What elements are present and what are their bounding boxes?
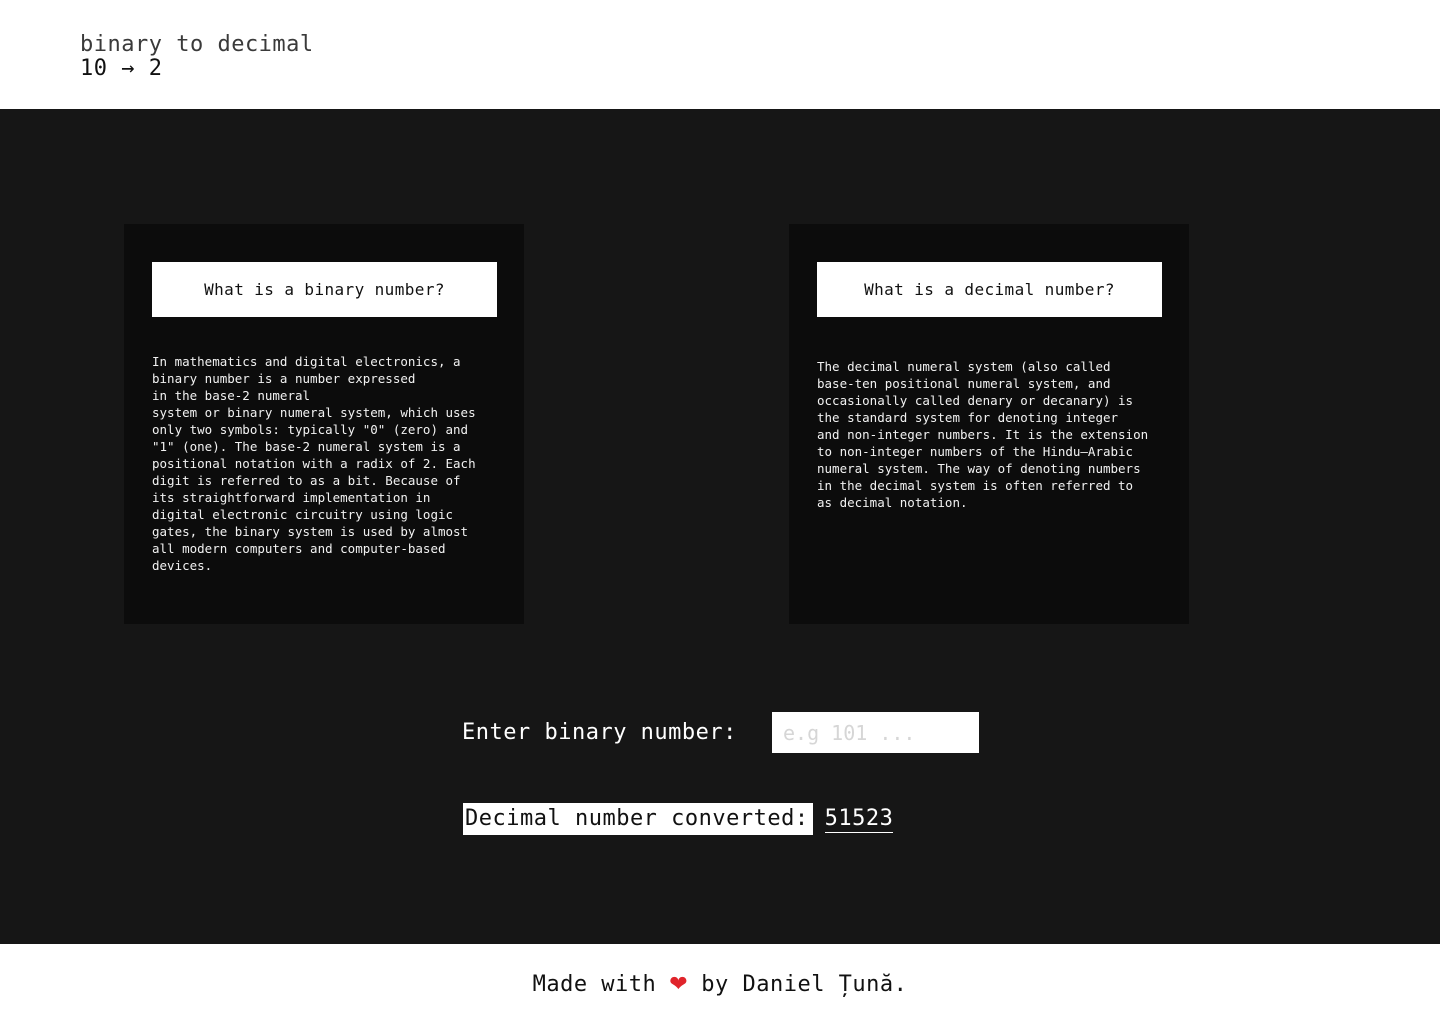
binary-card-body: In mathematics and digital electronics, … — [152, 354, 476, 573]
binary-input-row: Enter binary number: — [462, 712, 979, 753]
decimal-info-card: What is a decimal number? The decimal nu… — [789, 224, 1189, 624]
footer-credit: Made with ❤ by Daniel Țună. — [533, 972, 908, 997]
decimal-card-title: What is a decimal number? — [817, 262, 1162, 317]
decimal-card-body: The decimal numeral system (also called … — [817, 359, 1149, 510]
page-footer: Made with ❤ by Daniel Țună. — [0, 944, 1440, 1024]
app-subtitle: 10 → 2 — [80, 56, 163, 81]
binary-card-title: What is a binary number? — [152, 262, 497, 317]
binary-input-label: Enter binary number: — [462, 720, 737, 745]
decimal-result-value: 51523 — [824, 805, 894, 833]
heart-icon: ❤ — [669, 971, 689, 997]
result-row: Decimal number converted: 51523 — [463, 803, 894, 835]
page-header: binary to decimal 10 → 2 — [0, 0, 1440, 109]
footer-prefix: Made with — [532, 971, 657, 997]
binary-input[interactable] — [772, 712, 979, 753]
result-label: Decimal number converted: — [463, 803, 813, 835]
main-content: What is a binary number? In mathematics … — [0, 109, 1440, 944]
app-title: binary to decimal — [80, 32, 314, 57]
footer-suffix: by Daniel Țună. — [701, 971, 908, 997]
binary-info-card: What is a binary number? In mathematics … — [124, 224, 524, 624]
